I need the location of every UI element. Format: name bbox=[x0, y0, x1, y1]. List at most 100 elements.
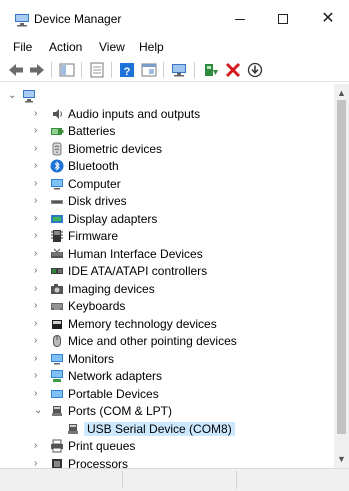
scrollbar-thumb[interactable] bbox=[337, 100, 346, 434]
show-hide-console-tree-icon[interactable] bbox=[58, 61, 76, 79]
collapse-chevron-icon[interactable]: ⌄ bbox=[8, 90, 18, 102]
tree-item-label: Mice and other pointing devices bbox=[68, 334, 237, 348]
expand-chevron-icon[interactable]: › bbox=[34, 143, 44, 155]
tree-root[interactable]: ⌄ bbox=[0, 87, 334, 105]
update-driver-icon[interactable] bbox=[202, 61, 220, 79]
minimize-button[interactable] bbox=[225, 8, 255, 30]
vertical-scrollbar[interactable]: ▲ ▼ bbox=[334, 84, 349, 468]
tree-category[interactable]: › IDE ATA/ATAPI controllers bbox=[0, 262, 334, 280]
ide-controller-icon bbox=[51, 268, 63, 274]
tree-item-label: USB Serial Device (COM8) bbox=[84, 421, 235, 436]
toolbar-separator bbox=[111, 62, 112, 78]
tree-category[interactable]: › Processors bbox=[0, 455, 334, 469]
collapse-chevron-icon[interactable]: ⌄ bbox=[34, 405, 44, 417]
help-icon[interactable]: ? bbox=[118, 61, 136, 79]
tree-item-label: Network adapters bbox=[68, 369, 163, 383]
uninstall-device-icon[interactable] bbox=[224, 61, 242, 79]
scroll-down-arrow-icon[interactable]: ▼ bbox=[337, 454, 346, 464]
expand-chevron-icon[interactable]: › bbox=[34, 108, 44, 120]
tree-category[interactable]: › Print queues bbox=[0, 437, 334, 455]
expand-chevron-icon[interactable]: › bbox=[34, 230, 44, 242]
maximize-button[interactable] bbox=[269, 8, 299, 30]
tree-category[interactable]: › Display adapters bbox=[0, 210, 334, 228]
status-divider bbox=[236, 471, 237, 489]
properties-icon[interactable] bbox=[88, 61, 106, 79]
memory-icon bbox=[52, 319, 62, 329]
tree-child-item[interactable]: USB Serial Device (COM8) bbox=[0, 420, 334, 438]
computer-root-icon bbox=[23, 90, 35, 103]
close-button[interactable]: ✕ bbox=[313, 8, 343, 30]
tree-category[interactable]: › Computer bbox=[0, 175, 334, 193]
tree-item-label: Biometric devices bbox=[68, 141, 163, 156]
tree-category[interactable]: › Memory technology devices bbox=[0, 315, 334, 333]
tree-item-label: Print queues bbox=[68, 439, 136, 453]
processor-icon bbox=[52, 458, 62, 468]
expand-chevron-icon[interactable]: › bbox=[34, 318, 44, 330]
close-icon: ✕ bbox=[321, 10, 335, 27]
portable-device-icon bbox=[51, 389, 63, 398]
tree-item-label: Audio inputs and outputs bbox=[68, 106, 201, 121]
title-bar[interactable]: Device Manager ✕ bbox=[0, 0, 349, 38]
expand-chevron-icon[interactable]: › bbox=[34, 283, 44, 295]
device-tree[interactable]: ⌄ › Audio inputs and outputs › Batteries › Bi… bbox=[0, 84, 334, 468]
tree-item-label: Computer bbox=[68, 176, 121, 191]
menu-view[interactable]: View bbox=[99, 40, 125, 54]
toolbar: ? bbox=[0, 58, 349, 82]
tree-item-label: Imaging devices bbox=[68, 281, 155, 296]
hid-icon bbox=[51, 248, 63, 258]
tree-item-label: Human Interface Devices bbox=[68, 246, 203, 261]
mouse-icon bbox=[53, 335, 61, 347]
tree-item-label: Portable Devices bbox=[68, 386, 159, 401]
tree-item-label: Disk drives bbox=[68, 194, 127, 208]
tree-category[interactable]: › Network adapters bbox=[0, 367, 334, 385]
toolbar-separator bbox=[51, 62, 52, 78]
tree-item-label: Bluetooth bbox=[68, 159, 119, 173]
menu-action[interactable]: Action bbox=[49, 40, 82, 54]
speaker-icon bbox=[53, 108, 62, 119]
tree-item-label: Keyboards bbox=[68, 299, 126, 313]
tree-category[interactable]: › Biometric devices bbox=[0, 140, 334, 158]
scan-hardware-icon[interactable] bbox=[246, 61, 264, 79]
expand-chevron-icon[interactable]: › bbox=[34, 370, 44, 382]
status-divider bbox=[122, 471, 123, 489]
expand-chevron-icon[interactable]: › bbox=[34, 248, 44, 260]
menu-help[interactable]: Help bbox=[139, 40, 164, 54]
expand-chevron-icon[interactable]: › bbox=[34, 265, 44, 277]
expand-chevron-icon[interactable]: › bbox=[34, 125, 44, 137]
tree-category[interactable]: › Imaging devices bbox=[0, 280, 334, 298]
expand-chevron-icon[interactable]: › bbox=[34, 160, 44, 172]
tree-category[interactable]: › Keyboards bbox=[0, 297, 334, 315]
tree-category[interactable]: › Firmware bbox=[0, 227, 334, 245]
tree-category[interactable]: › Mice and other pointing devices bbox=[0, 332, 334, 350]
scroll-up-arrow-icon[interactable]: ▲ bbox=[337, 88, 346, 98]
minimize-icon bbox=[235, 19, 245, 20]
expand-chevron-icon[interactable]: › bbox=[34, 213, 44, 225]
menu-file[interactable]: File bbox=[13, 40, 32, 54]
tree-category[interactable]: › Disk drives bbox=[0, 192, 334, 210]
tree-category[interactable]: › Audio inputs and outputs bbox=[0, 105, 334, 123]
view-icon[interactable] bbox=[140, 61, 158, 79]
monitor-icon[interactable] bbox=[170, 61, 188, 79]
expand-chevron-icon[interactable]: › bbox=[34, 178, 44, 190]
expand-chevron-icon[interactable]: › bbox=[34, 195, 44, 207]
forward-arrow-icon[interactable] bbox=[28, 61, 46, 79]
tree-category[interactable]: ⌄ Ports (COM & LPT) bbox=[0, 402, 334, 420]
menu-bar: File Action View Help bbox=[0, 38, 349, 58]
back-arrow-icon[interactable] bbox=[7, 61, 25, 79]
toolbar-separator bbox=[163, 62, 164, 78]
tree-category[interactable]: › Bluetooth bbox=[0, 157, 334, 175]
expand-chevron-icon[interactable]: › bbox=[34, 458, 44, 469]
tree-category[interactable]: › Monitors bbox=[0, 350, 334, 368]
expand-chevron-icon[interactable]: › bbox=[34, 440, 44, 452]
expand-chevron-icon[interactable]: › bbox=[34, 300, 44, 312]
svg-text:?: ? bbox=[124, 66, 131, 78]
expand-chevron-icon[interactable]: › bbox=[34, 388, 44, 400]
tree-item-label: Firmware bbox=[68, 229, 118, 243]
firmware-icon bbox=[51, 230, 63, 242]
tree-category[interactable]: › Batteries bbox=[0, 122, 334, 140]
expand-chevron-icon[interactable]: › bbox=[34, 353, 44, 365]
expand-chevron-icon[interactable]: › bbox=[34, 335, 44, 347]
tree-category[interactable]: › Portable Devices bbox=[0, 385, 334, 403]
port-icon bbox=[52, 406, 62, 416]
tree-category[interactable]: › Human Interface Devices bbox=[0, 245, 334, 263]
